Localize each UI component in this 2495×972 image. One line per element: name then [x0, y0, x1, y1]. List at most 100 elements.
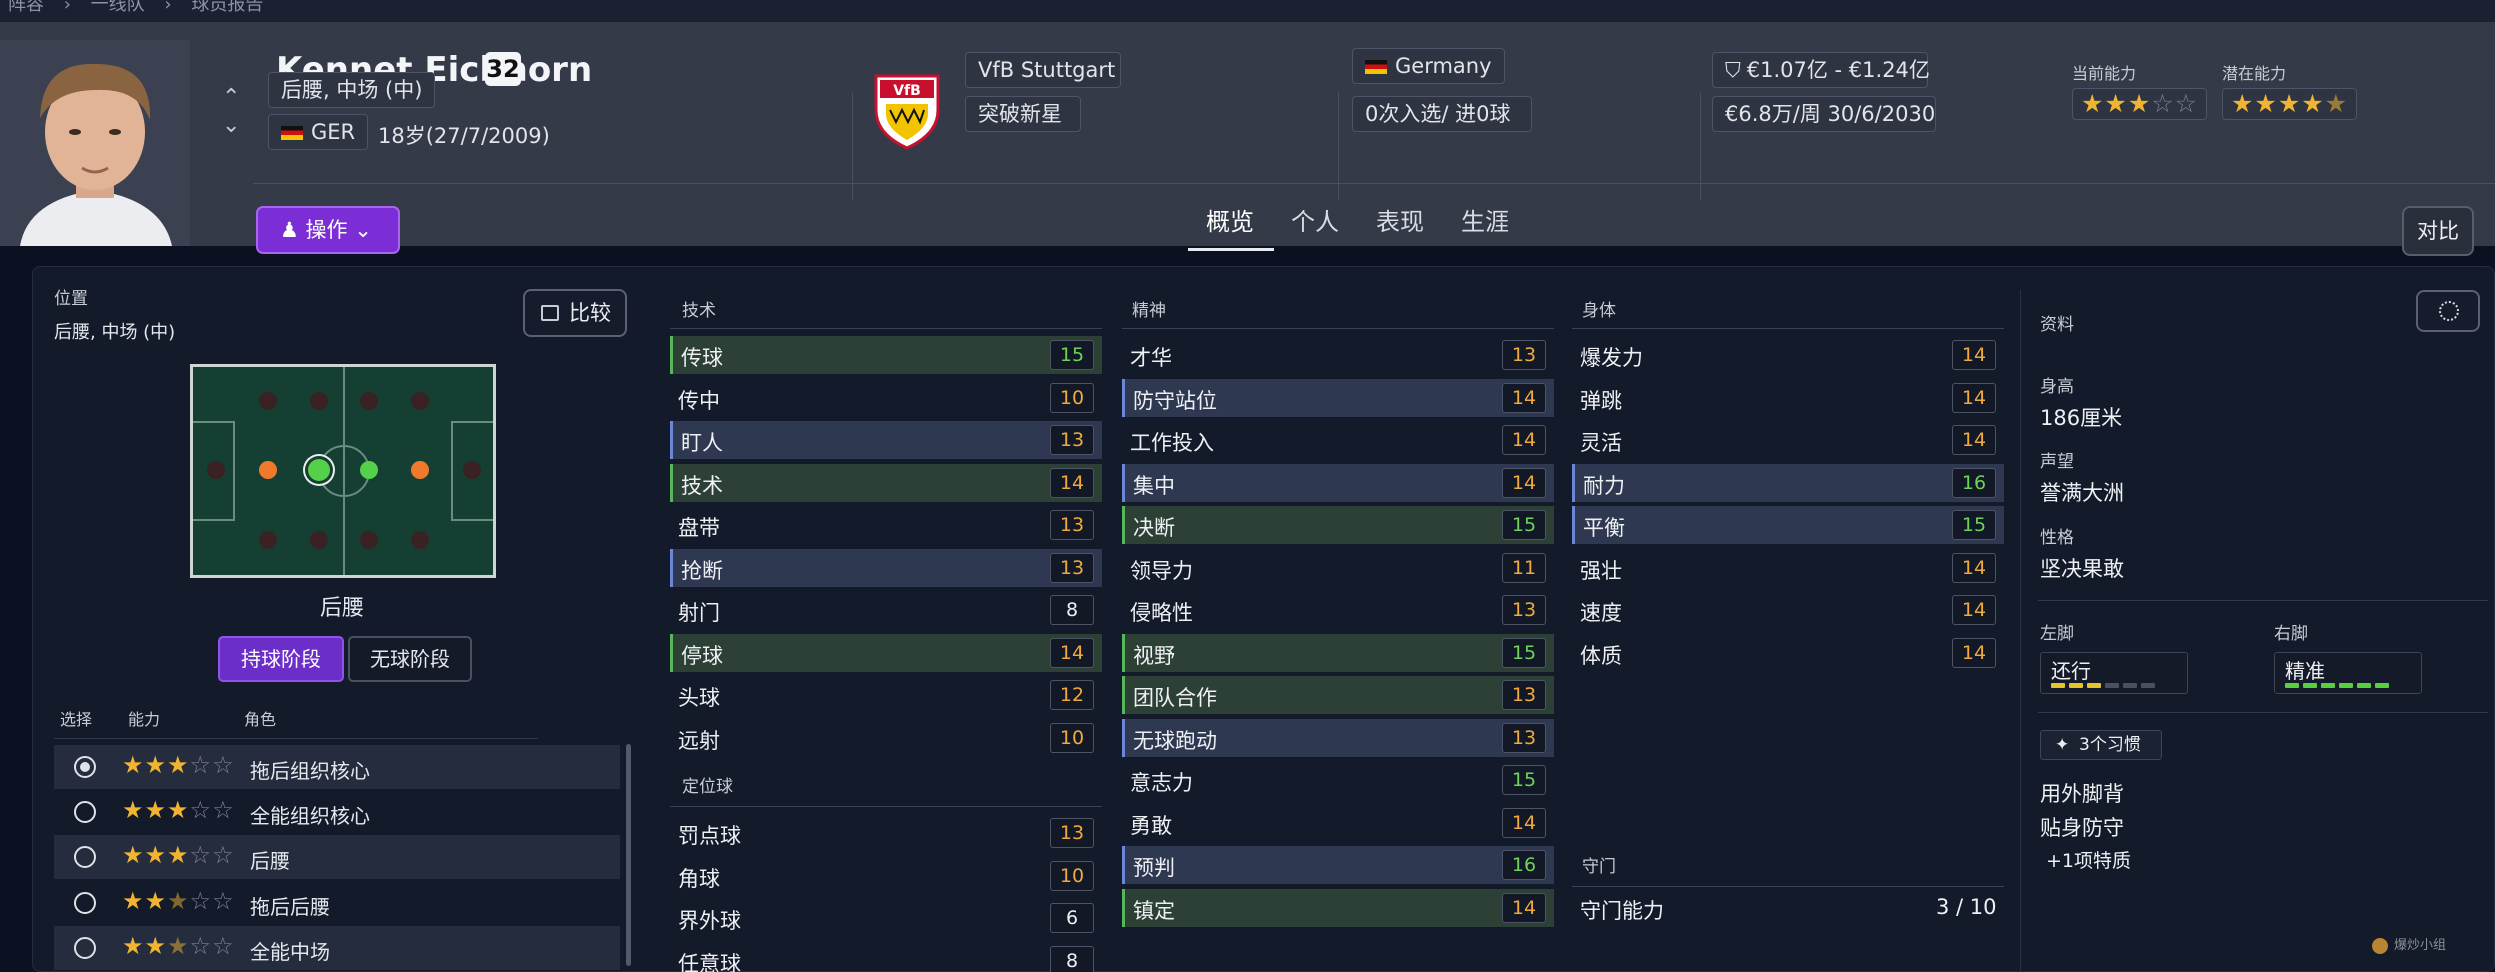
- compare-button[interactable]: 对比: [2402, 206, 2474, 256]
- attribute-row[interactable]: 镇定 14: [1122, 888, 1554, 927]
- club-name-tag[interactable]: VfB Stuttgart: [965, 52, 1121, 88]
- pitch-position-dot[interactable]: [360, 461, 378, 479]
- attribute-name: 团队合作: [1133, 686, 1217, 710]
- attribute-row[interactable]: 传球 15: [670, 336, 1102, 374]
- attribute-row[interactable]: 速度 14: [1572, 591, 2004, 629]
- pitch-position-dot[interactable]: [259, 461, 277, 479]
- attribute-name: 灵活: [1580, 431, 1622, 455]
- role-row[interactable]: ★★★☆☆ 拖后后腰: [54, 881, 620, 925]
- chevron-down-icon[interactable]: ⌄: [222, 112, 240, 140]
- role-row[interactable]: ★★★☆☆ 全能组织核心: [54, 790, 620, 834]
- club-crest-icon[interactable]: VfB: [872, 70, 942, 150]
- pitch-position-dot-selected[interactable]: [308, 459, 330, 481]
- attribute-row[interactable]: 强壮 14: [1572, 549, 2004, 587]
- attribute-row[interactable]: 决断 15: [1122, 506, 1554, 544]
- pitch-position-dot[interactable]: [259, 531, 277, 549]
- breadcrumb-item[interactable]: 一线队: [91, 0, 145, 15]
- squad-number-badge: 32: [485, 52, 521, 86]
- pitch-position-dot[interactable]: [463, 461, 481, 479]
- chevron-up-icon[interactable]: ⌃: [222, 84, 240, 112]
- nationality-tag[interactable]: GER: [268, 114, 369, 150]
- role-row[interactable]: ★★★☆☆ 拖后组织核心: [54, 745, 620, 789]
- attribute-row[interactable]: 界外球 6: [670, 899, 1102, 937]
- pitch-position-dot[interactable]: [259, 392, 277, 410]
- attribute-value: 11: [1502, 552, 1546, 583]
- attribute-row[interactable]: 传中 10: [670, 379, 1102, 417]
- role-column-header: 角色: [244, 710, 277, 729]
- attribute-row[interactable]: 任意球 8: [670, 942, 1102, 972]
- radio-selected[interactable]: [74, 756, 96, 778]
- role-row[interactable]: ★★★☆☆ 后腰: [54, 835, 620, 879]
- attribute-row[interactable]: 体质 14: [1572, 634, 2004, 672]
- breadcrumb-item: 球员报告: [191, 0, 264, 15]
- info-button[interactable]: [2416, 290, 2480, 332]
- attribute-value: 13: [1502, 722, 1546, 753]
- info-icon: [2439, 301, 2459, 321]
- radio[interactable]: [74, 892, 96, 914]
- nation-tag[interactable]: Germany: [1352, 48, 1505, 84]
- attribute-row[interactable]: 停球 14: [670, 633, 1102, 672]
- attribute-row[interactable]: 无球跑动 13: [1122, 718, 1554, 757]
- habits-badge[interactable]: 3个习惯: [2040, 730, 2162, 760]
- radio[interactable]: [74, 801, 96, 823]
- attribute-row[interactable]: 意志力 15: [1122, 761, 1554, 799]
- attribute-name: 侵略性: [1130, 601, 1193, 625]
- attribute-row[interactable]: 角球 10: [670, 857, 1102, 895]
- compare-icon: [541, 305, 559, 321]
- breadcrumb-item[interactable]: 阵容: [8, 0, 44, 15]
- attribute-row[interactable]: 射门 8: [670, 591, 1102, 629]
- radio[interactable]: [74, 937, 96, 959]
- attribute-row[interactable]: 远射 10: [670, 719, 1102, 757]
- pitch-position-dot[interactable]: [207, 461, 225, 479]
- attribute-value: 10: [1050, 382, 1094, 413]
- roles-scrollbar[interactable]: [626, 744, 631, 966]
- actions-button[interactable]: ♟ 操作 ⌄: [256, 206, 400, 254]
- attribute-value: 6: [1050, 903, 1094, 933]
- tab-performance[interactable]: 表现: [1376, 202, 1424, 237]
- pitch-position-dot[interactable]: [411, 461, 429, 479]
- role-ability-stars: ★★★☆☆: [122, 887, 235, 915]
- attribute-row[interactable]: 工作投入 14: [1122, 421, 1554, 459]
- habit-more[interactable]: +1项特质: [2046, 846, 2131, 873]
- compare-positions-button[interactable]: 比较: [523, 289, 627, 337]
- age-birthdate: 18岁(27/7/2009): [378, 124, 550, 148]
- attribute-row[interactable]: 平衡 15: [1572, 506, 2004, 544]
- attribute-row[interactable]: 技术 14: [670, 463, 1102, 502]
- pitch-position-dot[interactable]: [310, 392, 328, 410]
- attribute-row[interactable]: 抢断 13: [670, 548, 1102, 587]
- tab-career[interactable]: 生涯: [1461, 202, 1509, 237]
- pitch-position-dot[interactable]: [411, 531, 429, 549]
- radio[interactable]: [74, 846, 96, 868]
- attribute-name: 任意球: [678, 951, 741, 972]
- attribute-value: 10: [1050, 860, 1094, 891]
- attribute-row[interactable]: 爆发力 14: [1572, 336, 2004, 374]
- attribute-row[interactable]: 才华 13: [1122, 336, 1554, 374]
- attribute-row[interactable]: 勇敢 14: [1122, 804, 1554, 842]
- attribute-row[interactable]: 盯人 13: [670, 421, 1102, 459]
- pitch-position-dot[interactable]: [360, 531, 378, 549]
- attribute-row[interactable]: 视野 15: [1122, 633, 1554, 672]
- pitch-position-dot[interactable]: [310, 531, 328, 549]
- attribute-row[interactable]: 灵活 14: [1572, 421, 2004, 459]
- attribute-row[interactable]: 盘带 13: [670, 506, 1102, 544]
- in-possession-button[interactable]: 持球阶段: [218, 636, 344, 682]
- tab-personal[interactable]: 个人: [1291, 202, 1339, 237]
- pitch-position-dot[interactable]: [360, 392, 378, 410]
- pitch-position-dot[interactable]: [411, 392, 429, 410]
- attribute-row[interactable]: 罚点球 13: [670, 814, 1102, 852]
- attribute-row[interactable]: 预判 16: [1122, 846, 1554, 884]
- attribute-row[interactable]: 头球 12: [670, 676, 1102, 714]
- attribute-row[interactable]: 集中 14: [1122, 463, 1554, 502]
- attribute-row[interactable]: 弹跳 14: [1572, 379, 2004, 417]
- attribute-value: 13: [1050, 552, 1094, 583]
- attribute-row[interactable]: 防守站位 14: [1122, 378, 1554, 417]
- tab-overview[interactable]: 概览: [1206, 202, 1254, 237]
- role-row[interactable]: ★★★☆☆ 全能中场: [54, 926, 620, 970]
- reputation-label: 声望: [2040, 452, 2074, 472]
- attribute-row[interactable]: 侵略性 13: [1122, 591, 1554, 629]
- out-of-possession-button[interactable]: 无球阶段: [348, 636, 472, 682]
- attribute-row[interactable]: 团队合作 13: [1122, 676, 1554, 714]
- attribute-row[interactable]: 耐力 16: [1572, 463, 2004, 502]
- attribute-row[interactable]: 领导力 11: [1122, 549, 1554, 587]
- price-tag-icon: ⛉: [1725, 58, 1741, 82]
